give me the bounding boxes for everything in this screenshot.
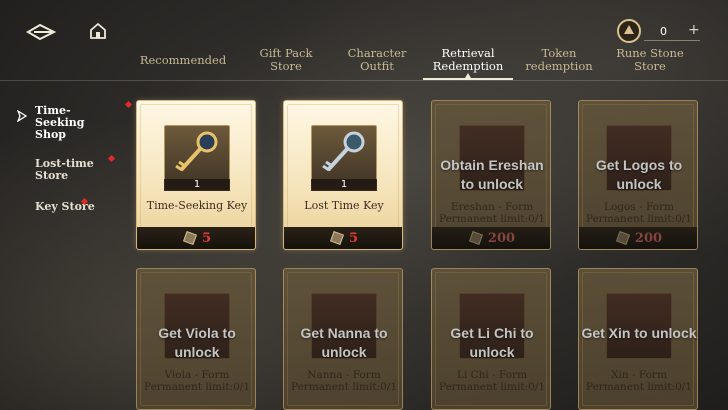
shop-card-xin-form[interactable]: Get Xin to unlock Xin - Form Permanent l… <box>578 268 698 410</box>
key-token-icon <box>329 231 344 245</box>
purchase-limit: Permanent limit:0/1 <box>290 381 398 393</box>
sidebar-item-key-store[interactable]: Key Store <box>35 201 115 213</box>
selected-arrow-icon <box>17 110 27 122</box>
tab-label: Retrieval Redemption <box>432 46 504 73</box>
back-icon[interactable] <box>26 22 56 42</box>
key-token-icon <box>468 231 483 245</box>
purchase-limit: Permanent limit:0/1 <box>585 381 693 393</box>
currency-amount: 0 <box>660 25 667 38</box>
sidebar-item-label: Lost-time Store <box>35 157 94 182</box>
sidebar-item-lost-time-store[interactable]: Lost-time Store <box>35 158 115 182</box>
shop-card-time-seeking-key[interactable]: 1 Time-Seeking Key 5 <box>136 100 256 250</box>
golden-key-icon <box>175 131 218 172</box>
form-name: Ereshan - Form <box>450 201 534 213</box>
key-token-icon <box>615 231 630 245</box>
tab-label: Rune Stone Store <box>616 46 684 73</box>
tab-label: Gift Pack Store <box>259 46 313 73</box>
tab-label: Character Outfit <box>347 46 407 73</box>
purchase-limit: Permanent limit:0/1 <box>143 381 251 393</box>
unlock-requirement: Get Viola to unlock <box>158 325 236 360</box>
tab-token-redemption[interactable]: Token redemption <box>522 40 596 80</box>
price-value: 5 <box>348 230 359 246</box>
tabs-divider <box>0 80 728 81</box>
price-bar: 200 <box>432 227 550 249</box>
unlock-requirement: Get Nanna to unlock <box>300 325 388 360</box>
tab-label: Recommended <box>139 52 227 67</box>
form-name: Nanna - Form <box>307 369 381 381</box>
item-quantity: 1 <box>164 179 230 191</box>
tab-character-outfit[interactable]: Character Outfit <box>334 40 420 80</box>
price-value: 200 <box>487 230 516 246</box>
shop-card-nanna-form[interactable]: Get Nanna to unlock Nanna - Form Permane… <box>283 268 403 410</box>
purchase-limit: Permanent limit:0/1 <box>585 213 693 225</box>
shop-card-viola-form[interactable]: Get Viola to unlock Viola - Form Permane… <box>136 268 256 410</box>
key-token-icon <box>182 231 197 245</box>
shop-card-lost-time-key[interactable]: 1 Lost Time Key 5 <box>283 100 403 250</box>
add-currency-button[interactable]: + <box>688 22 700 38</box>
price-value: 5 <box>201 230 212 246</box>
item-name: Time-Seeking Key <box>146 199 248 212</box>
sidebar-item-label: Time-Seeking Shop <box>35 104 85 141</box>
price-bar: 5 <box>137 227 255 249</box>
tab-gift-pack-store[interactable]: Gift Pack Store <box>244 40 328 80</box>
form-name: Viola - Form <box>164 369 230 381</box>
shop-card-logos-form[interactable]: Get Logos to unlock Logos - Form Permane… <box>578 100 698 250</box>
price-bar: 5 <box>284 227 402 249</box>
tab-retrieval-redemption[interactable]: Retrieval Redemption <box>423 40 513 80</box>
unlock-requirement: Get Xin to unlock <box>581 325 697 341</box>
form-name: Logos - Form <box>604 201 674 213</box>
form-name: Xin - Form <box>611 369 667 381</box>
active-tab-caret-icon <box>465 73 471 78</box>
item-name: Lost Time Key <box>304 199 384 212</box>
store-tabs: Recommended Gift Pack Store Character Ou… <box>0 40 728 80</box>
home-icon[interactable] <box>89 22 107 40</box>
shop-card-li-chi-form[interactable]: Get Li Chi to unlock Li Chi - Form Perma… <box>431 268 551 410</box>
price-value: 200 <box>634 230 663 246</box>
shop-card-ereshan-form[interactable]: Obtain Ereshan to unlock Ereshan - Form … <box>431 100 551 250</box>
unlock-requirement: Obtain Ereshan to unlock <box>440 157 544 192</box>
tab-rune-stone-store[interactable]: Rune Stone Store <box>612 40 688 80</box>
purchase-limit: Permanent limit:0/1 <box>438 381 546 393</box>
silver-key-icon <box>322 131 365 172</box>
form-name: Li Chi - Form <box>456 369 528 381</box>
purchase-limit: Permanent limit:0/1 <box>438 213 546 225</box>
unlock-requirement: Get Li Chi to unlock <box>450 325 534 360</box>
item-quantity: 1 <box>311 179 377 191</box>
tab-label: Token redemption <box>525 46 593 73</box>
tab-recommended[interactable]: Recommended <box>140 40 226 80</box>
unlock-requirement: Get Logos to unlock <box>595 157 683 192</box>
sidebar-item-time-seeking-shop[interactable]: Time-Seeking Shop <box>35 105 115 141</box>
price-bar: 200 <box>579 227 697 249</box>
